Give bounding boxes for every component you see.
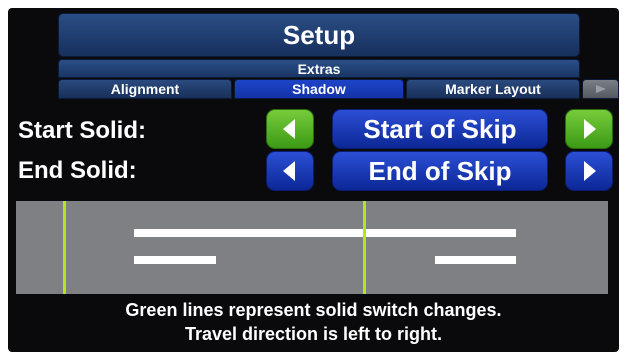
left-arrow-icon [283, 119, 295, 139]
tab-alignment[interactable]: Alignment [58, 79, 232, 99]
right-arrow-icon [595, 85, 606, 93]
start-solid-prev-button[interactable] [266, 109, 314, 149]
right-arrow-icon [584, 161, 596, 181]
end-solid-label: End Solid: [18, 157, 137, 184]
caption-line-2: Travel direction is left to right. [184, 324, 443, 344]
caption-line-1: Green lines represent solid switch chang… [125, 300, 502, 320]
end-solid-next-button[interactable] [565, 151, 613, 191]
right-arrow-icon [584, 119, 596, 139]
end-solid-value[interactable]: End of Skip [332, 151, 548, 191]
tab-extras[interactable]: Extras [58, 59, 580, 78]
start-solid-next-button[interactable] [565, 109, 613, 149]
switch-line-start [63, 201, 66, 294]
page-title: Setup [58, 13, 580, 57]
switch-line-end [363, 201, 366, 294]
tab-shadow[interactable]: Shadow [234, 79, 404, 99]
setup-screen: Setup Extras Alignment Shadow Marker Lay… [8, 8, 619, 352]
start-solid-value[interactable]: Start of Skip [332, 109, 548, 149]
left-arrow-icon [283, 161, 295, 181]
tab-scroll-next[interactable] [582, 79, 619, 99]
stripe-diagram-graphic [63, 201, 516, 294]
end-solid-prev-button[interactable] [266, 151, 314, 191]
skip-stripe-left [134, 256, 216, 264]
solid-stripe [134, 229, 516, 237]
start-solid-label: Start Solid: [18, 117, 147, 144]
stripe-diagram [16, 201, 608, 294]
tab-marker-layout[interactable]: Marker Layout [406, 79, 580, 99]
skip-stripe-right [435, 256, 516, 264]
